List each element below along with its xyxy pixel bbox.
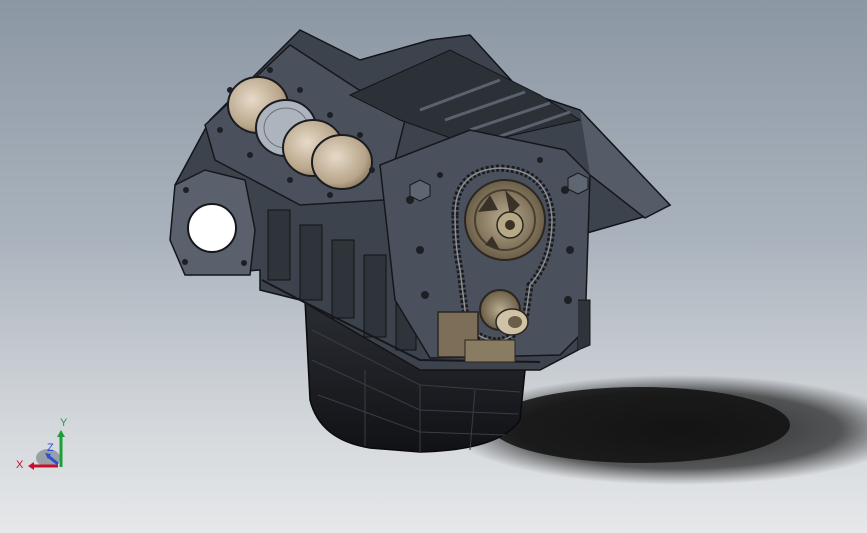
cam-sprocket[interactable] [464,179,546,261]
view-orientation-triad[interactable]: X Y Z [14,412,78,476]
triad-z-label: Z [47,442,54,454]
pump-cover-plate [464,339,516,363]
triad-x-label: X [16,459,24,471]
triad-y-label: Y [60,417,68,429]
triad-y-arrowhead [57,430,65,437]
cylinder-bore-4[interactable] [311,134,373,190]
model-shadow-core [490,387,790,463]
flange-hole [187,203,237,253]
engine-block-model[interactable] [0,0,867,533]
triad-x-arrowhead [28,462,34,470]
graphics-viewport[interactable]: X Y Z [0,0,867,533]
block-lower-rail [577,299,591,351]
